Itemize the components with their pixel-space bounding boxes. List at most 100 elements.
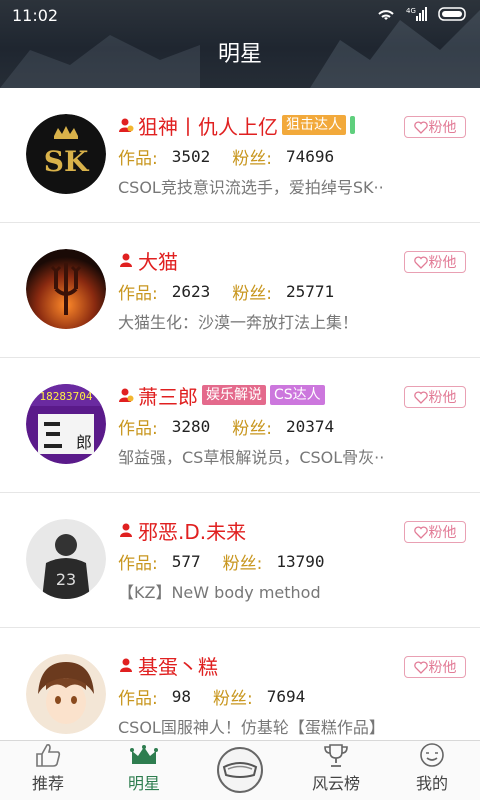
svg-text:4G: 4G bbox=[406, 7, 416, 15]
name-row: 基蛋丶糕 bbox=[118, 651, 218, 680]
status-icons: 4G bbox=[376, 6, 468, 22]
list-item[interactable]: 基蛋丶糕 粉他 作品: 98 粉丝: 7694 CSOL国服神人！仿基轮【蛋糕作… bbox=[0, 628, 480, 740]
works-count: 98 bbox=[171, 686, 191, 706]
user-gold-badge-icon bbox=[119, 118, 134, 132]
user-tag: 狙击达人 bbox=[282, 115, 346, 135]
fans-label: 粉丝: bbox=[232, 148, 272, 169]
follow-button-label: 粉他 bbox=[428, 390, 457, 406]
heart-outline-icon bbox=[413, 255, 428, 269]
follow-button[interactable]: 粉他 bbox=[404, 116, 466, 138]
battery-icon bbox=[438, 7, 466, 21]
stats-row: 作品: 3280 粉丝: 20374 bbox=[118, 414, 356, 439]
page-title: 明星 bbox=[217, 42, 262, 67]
avatar-number-text: 18283704 bbox=[40, 390, 93, 403]
heart-outline-icon bbox=[413, 660, 428, 674]
heart-outline-icon bbox=[413, 120, 428, 134]
fans-count: 7694 bbox=[266, 686, 306, 706]
fans-label: 粉丝: bbox=[232, 283, 272, 304]
user-gold-badge-icon bbox=[119, 388, 134, 402]
user-name[interactable]: 基蛋丶糕 bbox=[138, 651, 218, 680]
works-count: 577 bbox=[171, 551, 201, 571]
tab-recommend[interactable]: 推荐 bbox=[0, 741, 96, 800]
heart-outline-icon bbox=[413, 525, 428, 539]
user-icon bbox=[120, 253, 132, 267]
list-item[interactable]: 大猫 粉他 作品: 2623 粉丝: 25771 大猫生化：沙漠一奔放打法上集！ bbox=[0, 223, 480, 358]
follow-button[interactable]: 粉他 bbox=[404, 521, 466, 543]
stats-row: 作品: 3502 粉丝: 74696 bbox=[118, 144, 356, 169]
follow-button-label: 粉他 bbox=[428, 660, 457, 676]
bottom-tab-bar: 推荐 明星 风云榜 我的 bbox=[0, 740, 480, 800]
user-icon bbox=[120, 658, 132, 672]
avatar[interactable] bbox=[26, 654, 106, 734]
svg-text:23: 23 bbox=[56, 570, 76, 589]
name-row: 萧三郎 娱乐解说 CS达人 bbox=[118, 381, 325, 410]
works-count: 3502 bbox=[171, 146, 211, 166]
fans-count: 13790 bbox=[276, 551, 325, 571]
smiley-icon bbox=[420, 743, 444, 767]
wifi-icon bbox=[378, 10, 394, 20]
fans-label: 粉丝: bbox=[232, 418, 272, 439]
tab-label: 风云榜 bbox=[311, 774, 360, 793]
avatar[interactable] bbox=[26, 249, 106, 329]
heart-outline-icon bbox=[413, 390, 428, 404]
stats-row: 作品: 2623 粉丝: 25771 bbox=[118, 279, 356, 304]
tab-label: 推荐 bbox=[31, 774, 64, 793]
fans-count: 25771 bbox=[286, 281, 335, 301]
svg-text:SK: SK bbox=[44, 145, 90, 178]
signal-4g-icon: 4G bbox=[406, 7, 427, 21]
name-row: 狙神丨仇人上亿 狙击达人 bbox=[118, 111, 355, 140]
thumbs-up-icon bbox=[36, 744, 61, 767]
tab-ranking[interactable]: 风云榜 bbox=[288, 741, 384, 800]
star-list[interactable]: SK 狙神丨仇人上亿 狙击达人 粉他 作品: 3502 粉丝: 74696 CS… bbox=[0, 88, 480, 740]
online-indicator bbox=[350, 116, 355, 134]
tab-mine[interactable]: 我的 bbox=[384, 741, 480, 800]
goggles-icon bbox=[217, 746, 263, 793]
follow-button[interactable]: 粉他 bbox=[404, 386, 466, 408]
user-name[interactable]: 大猫 bbox=[138, 246, 178, 275]
header-bar: 11:02 4G 明星 bbox=[0, 0, 480, 88]
works-count: 2623 bbox=[171, 281, 211, 301]
follow-button-label: 粉他 bbox=[428, 120, 457, 136]
works-label: 作品: bbox=[118, 553, 158, 574]
user-description: CSOL竞技意识流选手，爱拍绰号SK·· bbox=[118, 178, 384, 197]
works-count: 3280 bbox=[171, 416, 211, 436]
stats-row: 作品: 98 粉丝: 7694 bbox=[118, 684, 327, 709]
user-name[interactable]: 萧三郎 bbox=[138, 381, 198, 410]
works-label: 作品: bbox=[118, 148, 158, 169]
follow-button[interactable]: 粉他 bbox=[404, 251, 466, 273]
status-bar: 11:02 4G bbox=[0, 0, 480, 34]
user-tag: CS达人 bbox=[270, 385, 325, 405]
tab-label: 我的 bbox=[415, 774, 448, 793]
svg-text:郎: 郎 bbox=[76, 433, 92, 452]
tab-center[interactable] bbox=[192, 741, 288, 800]
follow-button-label: 粉他 bbox=[428, 255, 457, 271]
works-label: 作品: bbox=[118, 418, 158, 439]
works-label: 作品: bbox=[118, 688, 158, 709]
avatar[interactable]: 23 bbox=[26, 519, 106, 599]
works-label: 作品: bbox=[118, 283, 158, 304]
user-description: CSOL国服神人！仿基轮【蛋糕作品】 bbox=[118, 718, 385, 737]
list-item[interactable]: 18283704 郎 萧三郎 娱乐解说 CS达人 粉他 作品: 3280 粉丝:… bbox=[0, 358, 480, 493]
fans-count: 20374 bbox=[286, 416, 335, 436]
status-time: 11:02 bbox=[12, 6, 59, 25]
user-description: 大猫生化：沙漠一奔放打法上集！ bbox=[118, 313, 359, 332]
list-item[interactable]: 23 邪恶.D.未来 粉他 作品: 577 粉丝: 13790 【KZ】NeW … bbox=[0, 493, 480, 628]
follow-button-label: 粉他 bbox=[428, 525, 457, 541]
user-description: 【KZ】NeW body method bbox=[118, 583, 321, 602]
fans-label: 粉丝: bbox=[222, 553, 263, 574]
fans-count: 74696 bbox=[286, 146, 335, 166]
user-icon bbox=[120, 523, 132, 537]
user-tag: 娱乐解说 bbox=[202, 385, 266, 405]
user-name[interactable]: 狙神丨仇人上亿 bbox=[138, 111, 278, 140]
follow-button[interactable]: 粉他 bbox=[404, 656, 466, 678]
avatar[interactable]: 18283704 郎 bbox=[26, 384, 106, 464]
tab-label: 明星 bbox=[127, 774, 160, 793]
list-item[interactable]: SK 狙神丨仇人上亿 狙击达人 粉他 作品: 3502 粉丝: 74696 CS… bbox=[0, 88, 480, 223]
tab-stars[interactable]: 明星 bbox=[96, 741, 192, 800]
avatar[interactable]: SK bbox=[26, 114, 106, 194]
name-row: 大猫 bbox=[118, 246, 178, 275]
user-name[interactable]: 邪恶.D.未来 bbox=[138, 516, 246, 545]
user-description: 邹益强，CS草根解说员，CSOL骨灰·· bbox=[118, 448, 385, 467]
crown-icon bbox=[130, 745, 158, 764]
fans-label: 粉丝: bbox=[213, 688, 253, 709]
